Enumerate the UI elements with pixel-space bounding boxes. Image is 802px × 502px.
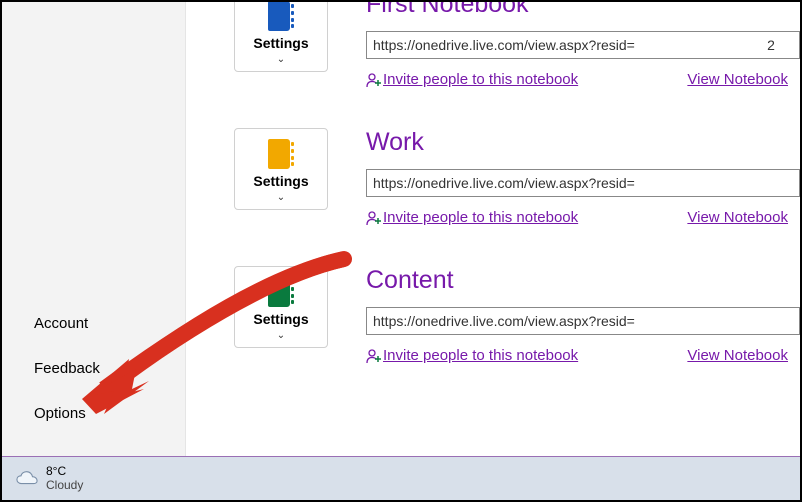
settings-label: Settings [253, 35, 308, 51]
invite-link[interactable]: Invite people to this notebook [383, 209, 578, 226]
invite-people-icon [366, 348, 382, 364]
notebook-settings-button[interactable]: Settings ⌄ [234, 2, 328, 72]
notebook-settings-button[interactable]: Settings ⌄ [234, 128, 328, 210]
sidebar: Account Feedback Options [2, 2, 186, 458]
invite-people-icon [366, 72, 382, 88]
notebook-row: Settings ⌄ Content Invite people to this… [234, 266, 800, 364]
sidebar-item-label: Account [34, 315, 88, 332]
notebook-url-input[interactable] [366, 307, 800, 335]
notebook-url-input[interactable] [366, 31, 800, 59]
view-notebook-link[interactable]: View Notebook [687, 209, 788, 226]
sidebar-item-feedback[interactable]: Feedback [2, 346, 185, 391]
settings-label: Settings [253, 173, 308, 189]
notebook-row: Settings ⌄ Work Invite people to this no… [234, 128, 800, 226]
settings-label: Settings [253, 311, 308, 327]
weather-temperature: 8°C [46, 465, 83, 479]
weather-condition: Cloudy [46, 479, 83, 493]
taskbar: 8°C Cloudy [2, 457, 800, 500]
sidebar-item-account[interactable]: Account [2, 301, 185, 346]
notebook-title: Content [366, 266, 800, 295]
chevron-down-icon: ⌄ [277, 55, 285, 65]
chevron-down-icon: ⌄ [277, 193, 285, 203]
content-area: Settings ⌄ First Notebook Invite people … [186, 2, 800, 458]
notebook-title: Work [366, 128, 800, 157]
sidebar-item-label: Options [34, 405, 86, 422]
notebook-icon [268, 139, 294, 169]
notebook-icon [268, 2, 294, 31]
view-notebook-link[interactable]: View Notebook [687, 347, 788, 364]
weather-widget[interactable]: 8°C Cloudy [46, 465, 83, 493]
sidebar-item-options[interactable]: Options [2, 391, 185, 436]
notebook-url-input[interactable] [366, 169, 800, 197]
invite-link[interactable]: Invite people to this notebook [383, 347, 578, 364]
notebook-row: Settings ⌄ First Notebook Invite people … [234, 2, 800, 88]
sidebar-item-label: Feedback [34, 360, 100, 377]
notebook-title: First Notebook [366, 2, 800, 19]
invite-link[interactable]: Invite people to this notebook [383, 71, 578, 88]
invite-people-icon [366, 210, 382, 226]
notebook-icon [268, 277, 294, 307]
view-notebook-link[interactable]: View Notebook [687, 71, 788, 88]
weather-cloud-icon [16, 470, 38, 488]
chevron-down-icon: ⌄ [277, 331, 285, 341]
notebook-settings-button[interactable]: Settings ⌄ [234, 266, 328, 348]
